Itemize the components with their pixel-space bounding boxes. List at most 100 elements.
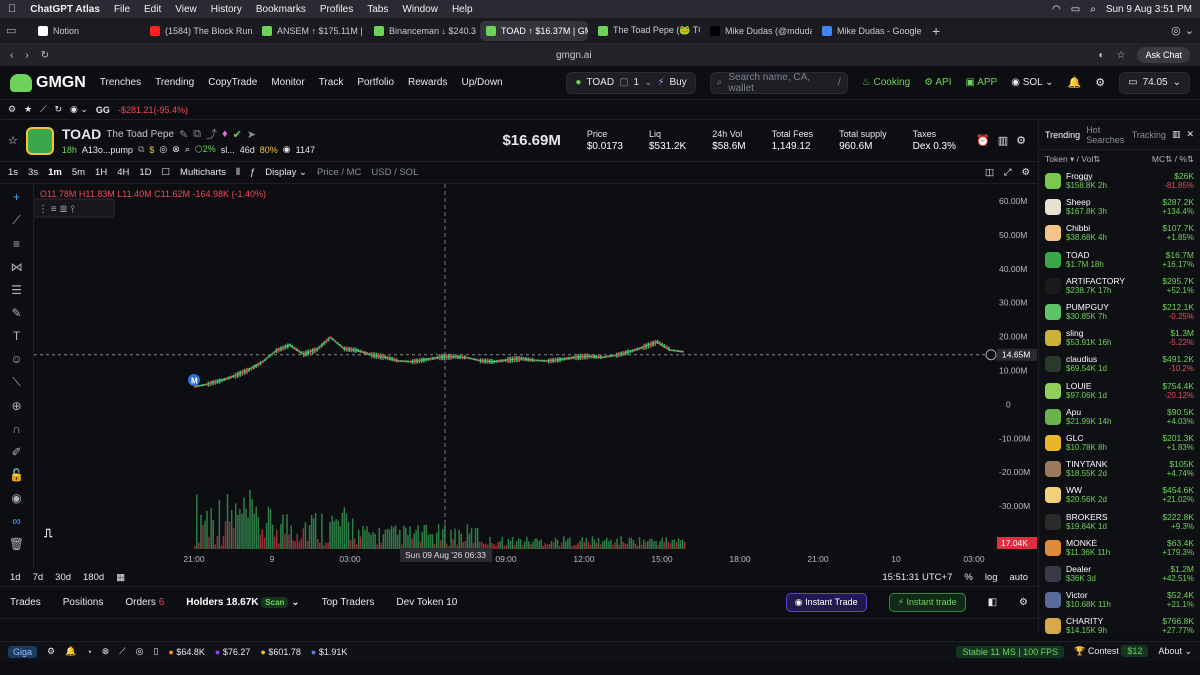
menu-tabs[interactable]: Tabs — [367, 4, 388, 15]
trending-item[interactable]: PUMPGUY $30.85K 7h $212.1K -0.25% — [1039, 299, 1200, 325]
trending-item[interactable]: CHARITY $14.15K 9h $766.8K +27.77% — [1039, 613, 1200, 639]
trending-item[interactable]: WW $20.56K 2d $454.6K +21.02% — [1039, 482, 1200, 508]
browser-tab-active[interactable]: TOAD ↑ $16.37M | GM — [480, 20, 588, 41]
log-toggle[interactable]: log — [985, 572, 998, 583]
bookmark-icon[interactable]: ☆ — [1117, 50, 1126, 61]
phone-icon[interactable]: ▯ — [153, 646, 158, 657]
trash-icon[interactable]: 🗑 — [9, 537, 24, 551]
link-icon[interactable]: ∞ — [12, 514, 21, 528]
telegram-icon[interactable]: ➤ — [247, 128, 256, 141]
scan-badge[interactable]: Scan — [261, 597, 289, 608]
nav-rewards[interactable]: Rewards — [408, 77, 447, 88]
eye-icon[interactable]: ◉ — [11, 491, 21, 505]
settings-icon[interactable]: ⚙ — [1095, 76, 1105, 89]
trending-item[interactable]: MONKE $11.36K 11h $63.4K +179.3% — [1039, 535, 1200, 561]
magnet-icon[interactable]: ∩ — [12, 422, 21, 436]
copilot-icon[interactable]: ◎ — [1171, 24, 1181, 37]
col-token[interactable]: Token ▾ / Vol⇅ — [1045, 154, 1100, 165]
tab-holders[interactable]: Holders 18.67K Scan ⌄ — [186, 597, 300, 608]
interval-3s[interactable]: 3s — [28, 167, 38, 178]
menu-history[interactable]: History — [211, 4, 242, 15]
bell-icon[interactable]: 🔔 — [1068, 76, 1082, 89]
tab-positions[interactable]: Positions — [63, 597, 104, 608]
multicharts-toggle[interactable]: Multicharts — [180, 167, 226, 178]
tab-top-traders[interactable]: Top Traders — [322, 597, 375, 608]
range-180d[interactable]: 180d — [83, 572, 104, 583]
nav-portfolio[interactable]: Portfolio — [357, 77, 394, 88]
mini-draw-tools[interactable]: ⋮ ≡ ≣ ⫯ — [34, 198, 115, 218]
display-select[interactable]: Display ⌄ — [265, 167, 307, 178]
trending-item[interactable]: sling $53.91K 16h $1.3M -5.22% — [1039, 325, 1200, 351]
checkbox-icon[interactable]: ☐ — [162, 167, 171, 178]
range-30d[interactable]: 30d — [55, 572, 71, 583]
forward-icon[interactable]: › — [25, 50, 28, 61]
price-chart[interactable]: 60.00M 50.00M 40.00M 30.00M 20.00M 10.00M 0 -10… — [34, 184, 1038, 569]
trending-item[interactable]: Dealer $36K 3d $1.2M +42.51% — [1039, 561, 1200, 587]
apple-icon[interactable]:  — [8, 3, 16, 15]
tab-orders[interactable]: Orders 6 — [125, 597, 164, 608]
ruler-icon[interactable]: ⟍ — [12, 375, 20, 390]
app-name[interactable]: ChatGPT Atlas — [30, 4, 100, 15]
giga-badge[interactable]: Giga — [8, 645, 38, 658]
zoom-icon[interactable]: ⊕ — [11, 399, 21, 413]
browser-tab[interactable]: The Toad Pepe (🐸 TO — [592, 21, 700, 41]
gann-icon[interactable]: ☰ — [11, 283, 22, 297]
close-icon[interactable]: ✕ — [1186, 129, 1194, 140]
interval-1h[interactable]: 1H — [95, 167, 107, 178]
nav-copytrade[interactable]: CopyTrade — [208, 77, 257, 88]
api-link[interactable]: ⚙ API — [924, 77, 951, 88]
nav-monitor[interactable]: Monitor — [271, 77, 304, 88]
browser-tab[interactable]: Notion — [32, 21, 140, 41]
settings-icon[interactable]: ⚙ — [8, 104, 16, 115]
refresh-icon[interactable]: ↻ — [54, 104, 62, 115]
trending-item[interactable]: TINYTANK $18.55K 2d $105K +4.74% — [1039, 456, 1200, 482]
about-link[interactable]: About ⌄ — [1158, 646, 1192, 657]
ai-icon[interactable]: ◔ — [86, 647, 91, 657]
wifi-icon[interactable]: ◠ — [1052, 4, 1061, 15]
trending-item[interactable]: GLC $10.78K 8h $201.3K +1.83% — [1039, 430, 1200, 456]
nav-trenches[interactable]: Trenches — [100, 77, 141, 88]
instant-trade-toggle[interactable]: ⚡ Instant trade — [888, 593, 966, 612]
menu-edit[interactable]: Edit — [144, 4, 161, 15]
layout-icon[interactable]: ◧ — [988, 597, 997, 608]
browser-tab[interactable]: ANSEM ↑ $175.11M | G — [256, 21, 364, 41]
tab-dev-token[interactable]: Dev Token 10 — [396, 597, 457, 608]
calendar-icon[interactable]: ▦ — [116, 572, 125, 583]
menu-file[interactable]: File — [114, 4, 130, 15]
star-icon[interactable]: ★ — [24, 104, 32, 115]
x-icon[interactable]: ⊗ — [172, 144, 180, 155]
chain-select[interactable]: ◉ SOL ⌄ — [1011, 77, 1053, 88]
trending-item[interactable]: claudius $69.54K 1d $491.2K -10.2% — [1039, 351, 1200, 377]
back-icon[interactable]: ‹ — [10, 50, 13, 61]
trending-item[interactable]: Apu $21.99K 14h $90.5K +4.03% — [1039, 404, 1200, 430]
browser-tab[interactable]: Mike Dudas - Google S — [816, 21, 924, 41]
tab-tracking[interactable]: Tracking — [1132, 130, 1166, 140]
copy-icon[interactable]: ⧉ — [138, 144, 144, 155]
col-mc[interactable]: MC⇅ / %⇅ — [1152, 154, 1194, 165]
trending-item[interactable]: BROKERS $19.84K 1d $222.8K +9.3% — [1039, 508, 1200, 534]
cooking-link[interactable]: ♨ Cooking — [862, 77, 910, 88]
layout-icon[interactable]: ▥ — [1172, 129, 1181, 140]
tab-trades[interactable]: Trades — [10, 597, 41, 608]
browser-tab[interactable]: Binanceman ↓ $240.3 — [368, 21, 476, 41]
token-address[interactable]: A13o...pump — [82, 145, 133, 155]
menu-bookmarks[interactable]: Bookmarks — [256, 4, 306, 15]
nav-track[interactable]: Track — [319, 77, 344, 88]
share-icon[interactable]: ⤴ — [206, 126, 217, 142]
settings-icon[interactable]: ⚙ — [1021, 167, 1030, 178]
interval-1d[interactable]: 1D — [139, 167, 151, 178]
interval-1m[interactable]: 1m — [48, 167, 62, 178]
chart-icon[interactable]: ⟋ — [40, 104, 46, 115]
bell-icon[interactable]: 🔔 — [65, 646, 76, 657]
settings-icon[interactable]: ⚙ — [47, 646, 55, 657]
search-icon[interactable]: ⌕ — [1090, 4, 1096, 15]
fib-icon[interactable]: ≡ — [13, 237, 20, 251]
signal-icon[interactable]: ◎ — [136, 646, 144, 657]
indicators-icon[interactable]: ƒ — [250, 167, 255, 178]
new-tab-icon[interactable]: + — [932, 23, 940, 39]
browser-tab[interactable]: (1584) The Block Run — [144, 21, 252, 41]
globe-icon[interactable]: ◎ — [159, 144, 167, 155]
extension-icon[interactable]: ◐ — [1098, 50, 1104, 61]
trending-item[interactable]: LOUIE $97.06K 1d $754.4K -20.12% — [1039, 378, 1200, 404]
menu-help[interactable]: Help — [452, 4, 473, 15]
